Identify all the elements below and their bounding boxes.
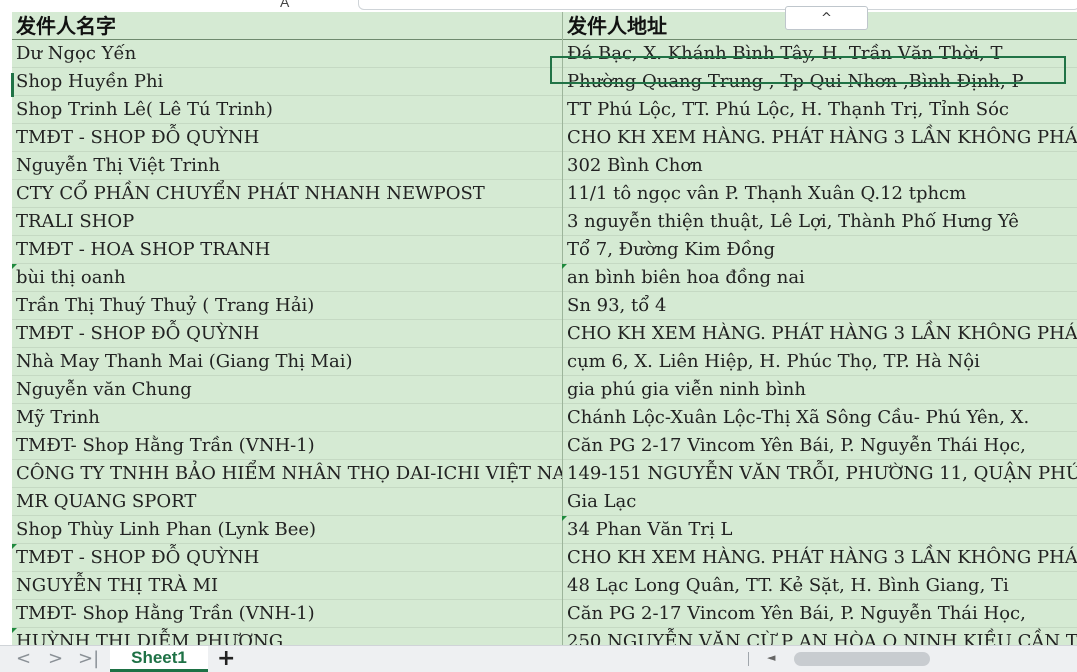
top-header-strip: A bbox=[0, 0, 1077, 12]
sender-address-cell[interactable]: Tổ 7, Đường Kim Đồng bbox=[562, 236, 1077, 264]
prev-sheet-icon[interactable]: < bbox=[16, 649, 31, 669]
table-row: TMĐT- Shop Hằng Trần (VNH-1) Căn PG 2-17 … bbox=[12, 600, 1077, 628]
sender-address-cell[interactable]: 3 nguyễn thiện thuật, Lê Lợi, Thành Phố … bbox=[562, 208, 1077, 236]
sender-address-cell[interactable]: an bình biên hoa đồng nai bbox=[562, 264, 1077, 292]
table-row: Nguyễn văn Chung gia phú gia viễn ninh bì… bbox=[12, 376, 1077, 404]
sender-name-cell[interactable]: Nguyễn văn Chung bbox=[12, 376, 562, 404]
sender-address-cell[interactable]: CHO KH XEM HÀNG. PHÁT HÀNG 3 LẦN KHÔNG P… bbox=[562, 124, 1077, 152]
sender-address-cell[interactable]: Phường Quang Trung , Tp Qui Nhơn ,Bình Đ… bbox=[562, 68, 1077, 96]
table-row: TMĐT- Shop Hằng Trần (VNH-1) Căn PG 2-17 … bbox=[12, 432, 1077, 460]
table-row: TMĐT - SHOP ĐỖ QUỲNH CHO KH XEM HÀNG. PHÁ… bbox=[12, 320, 1077, 348]
text-number-indicator bbox=[12, 544, 17, 549]
sender-address-cell[interactable]: 250 NGUYỄN VĂN CỪ P AN HÒA Q NINH KIỀU C… bbox=[562, 628, 1077, 645]
table-row: Shop Trinh Lê( Lê Tú Trinh) TT Phú Lộc, T… bbox=[12, 96, 1077, 124]
horizontal-scrollbar-thumb[interactable] bbox=[794, 652, 930, 666]
header-sender-name[interactable]: 发件人名字 bbox=[12, 12, 562, 40]
sender-address-cell[interactable]: Căn PG 2-17 Vincom Yên Bái, P. Nguyễn Th… bbox=[562, 432, 1077, 460]
table-row: TMĐT - SHOP ĐỖ QUỲNH CHO KH XEM HÀNG. PHÁ… bbox=[12, 544, 1077, 572]
row-select-indicator bbox=[11, 73, 14, 97]
table-row: Mỹ Trinh Chánh Lộc-Xuân Lộc-Thị Xã Sông C… bbox=[12, 404, 1077, 432]
sender-name-cell[interactable]: TMĐT - SHOP ĐỖ QUỲNH bbox=[12, 320, 562, 348]
divider bbox=[748, 652, 749, 666]
sender-name-cell[interactable]: MR QUANG SPORT bbox=[12, 488, 562, 516]
table-row: NGUYỄN THỊ TRÀ MI 48 Lạc Long Quân, TT. K… bbox=[12, 572, 1077, 600]
sheet-tab-bar: < > >| Sheet1 + ◄ bbox=[0, 645, 1077, 672]
sender-address-cell[interactable]: 149-151 NGUYỄN VĂN TRỖI, PHƯỜNG 11, QUẬN… bbox=[562, 460, 1077, 488]
sender-name-cell[interactable]: Shop Huyền Phi bbox=[12, 68, 562, 96]
sender-name-cell[interactable]: TMĐT- Shop Hằng Trần (VNH-1) bbox=[12, 600, 562, 628]
sender-name-cell[interactable]: Nguyễn Thị Việt Trinh bbox=[12, 152, 562, 180]
sender-address-cell[interactable]: Đá Bạc, X. Khánh Bình Tây, H. Trần Văn T… bbox=[562, 40, 1077, 68]
sender-address-cell[interactable]: Căn PG 2-17 Vincom Yên Bái, P. Nguyễn Th… bbox=[562, 600, 1077, 628]
table-row: Dư Ngọc Yến Đá Bạc, X. Khánh Bình Tây, H.… bbox=[12, 40, 1077, 68]
sender-address-cell[interactable]: Chánh Lộc-Xuân Lộc-Thị Xã Sông Cầu- Phú … bbox=[562, 404, 1077, 432]
spreadsheet-grid[interactable]: 发件人名字 发件人地址 Dư Ngọc Yến Đá Bạc, X. Khánh … bbox=[12, 12, 1077, 645]
scroll-left-icon[interactable]: ◄ bbox=[767, 651, 775, 664]
collapse-button[interactable]: ^ bbox=[785, 6, 868, 30]
sender-address-cell[interactable]: Gia Lạc bbox=[562, 488, 1077, 516]
sender-name-cell[interactable]: Shop Thùy Linh Phan (Lynk Bee) bbox=[12, 516, 562, 544]
sender-address-cell[interactable]: Sn 93, tổ 4 bbox=[562, 292, 1077, 320]
sheet-tab-sheet1[interactable]: Sheet1 bbox=[110, 646, 208, 672]
table-row: bùi thị oanh an bình biên hoa đồng nai bbox=[12, 264, 1077, 292]
sender-address-cell[interactable]: 34 Phan Văn Trị L bbox=[562, 516, 1077, 544]
column-letter[interactable]: A bbox=[280, 0, 289, 10]
sender-name-cell[interactable]: HUỲNH THỊ DIỄM PHƯƠNG bbox=[12, 628, 562, 645]
sender-name-cell[interactable]: CTY CỔ PHẦN CHUYỂN PHÁT NHANH NEWPOST bbox=[12, 180, 562, 208]
sender-name-cell[interactable]: TMĐT- Shop Hằng Trần (VNH-1) bbox=[12, 432, 562, 460]
text-number-indicator bbox=[12, 264, 17, 269]
table-row: CTY CỔ PHẦN CHUYỂN PHÁT NHANH NEWPOST 11/… bbox=[12, 180, 1077, 208]
sender-address-cell[interactable]: TT Phú Lộc, TT. Phú Lộc, H. Thạnh Trị, T… bbox=[562, 96, 1077, 124]
sender-address-cell[interactable]: cụm 6, X. Liên Hiệp, H. Phúc Thọ, TP. Hà… bbox=[562, 348, 1077, 376]
top-tab-outline bbox=[358, 0, 1077, 10]
text-number-indicator bbox=[12, 628, 17, 633]
sender-address-cell[interactable]: gia phú gia viễn ninh bình bbox=[562, 376, 1077, 404]
sender-name-cell[interactable]: Nhà May Thanh Mai (Giang Thị Mai) bbox=[12, 348, 562, 376]
sender-name-cell[interactable]: NGUYỄN THỊ TRÀ MI bbox=[12, 572, 562, 600]
sender-name-cell[interactable]: CÔNG TY TNHH BẢO HIỂM NHÂN THỌ DAI-ICHI … bbox=[12, 460, 562, 488]
sender-address-cell[interactable]: 302 Bình Chơn bbox=[562, 152, 1077, 180]
table-row: TMĐT - HOA SHOP TRANH Tổ 7, Đường Kim Đồn… bbox=[12, 236, 1077, 264]
table-row: Nguyễn Thị Việt Trinh 302 Bình Chơn bbox=[12, 152, 1077, 180]
table-row: TMĐT - SHOP ĐỖ QUỲNH CHO KH XEM HÀNG. PHÁ… bbox=[12, 124, 1077, 152]
text-number-indicator bbox=[562, 516, 567, 521]
table-row: Nhà May Thanh Mai (Giang Thị Mai) cụm 6, … bbox=[12, 348, 1077, 376]
sender-name-cell[interactable]: Trần Thị Thuý Thuỷ ( Trang Hải) bbox=[12, 292, 562, 320]
table-row: Shop Thùy Linh Phan (Lynk Bee) 34 Phan Vă… bbox=[12, 516, 1077, 544]
sender-address-cell[interactable]: CHO KH XEM HÀNG. PHÁT HÀNG 3 LẦN KHÔNG P… bbox=[562, 544, 1077, 572]
table-row: Shop Huyền Phi Phường Quang Trung , Tp Qu… bbox=[12, 68, 1077, 96]
sender-name-cell[interactable]: TMĐT - HOA SHOP TRANH bbox=[12, 236, 562, 264]
text-number-indicator bbox=[562, 264, 567, 269]
table-row: MR QUANG SPORT Gia Lạc bbox=[12, 488, 1077, 516]
sender-address-cell[interactable]: 11/1 tô ngọc vân P. Thạnh Xuân Q.12 tphc… bbox=[562, 180, 1077, 208]
last-sheet-icon[interactable]: >| bbox=[78, 649, 99, 669]
sender-name-cell[interactable]: Dư Ngọc Yến bbox=[12, 40, 562, 68]
sender-name-cell[interactable]: TMĐT - SHOP ĐỖ QUỲNH bbox=[12, 544, 562, 572]
sender-name-cell[interactable]: bùi thị oanh bbox=[12, 264, 562, 292]
chevron-up-icon: ^ bbox=[821, 10, 832, 26]
sender-name-cell[interactable]: TRALI SHOP bbox=[12, 208, 562, 236]
table-row: HUỲNH THỊ DIỄM PHƯƠNG 250 NGUYỄN VĂN CỪ P… bbox=[12, 628, 1077, 645]
table-row: TRALI SHOP 3 nguyễn thiện thuật, Lê Lợi, … bbox=[12, 208, 1077, 236]
sender-address-cell[interactable]: CHO KH XEM HÀNG. PHÁT HÀNG 3 LẦN KHÔNG P… bbox=[562, 320, 1077, 348]
header-row: 发件人名字 发件人地址 bbox=[12, 12, 1077, 40]
table-row: CÔNG TY TNHH BẢO HIỂM NHÂN THỌ DAI-ICHI … bbox=[12, 460, 1077, 488]
sender-name-cell[interactable]: TMĐT - SHOP ĐỖ QUỲNH bbox=[12, 124, 562, 152]
sender-name-cell[interactable]: Mỹ Trinh bbox=[12, 404, 562, 432]
sender-address-cell[interactable]: 48 Lạc Long Quân, TT. Kẻ Sặt, H. Bình Gi… bbox=[562, 572, 1077, 600]
table-row: Trần Thị Thuý Thuỷ ( Trang Hải) Sn 93, tổ… bbox=[12, 292, 1077, 320]
next-sheet-icon[interactable]: > bbox=[48, 649, 63, 669]
add-sheet-icon[interactable]: + bbox=[217, 648, 235, 670]
sender-name-cell[interactable]: Shop Trinh Lê( Lê Tú Trinh) bbox=[12, 96, 562, 124]
